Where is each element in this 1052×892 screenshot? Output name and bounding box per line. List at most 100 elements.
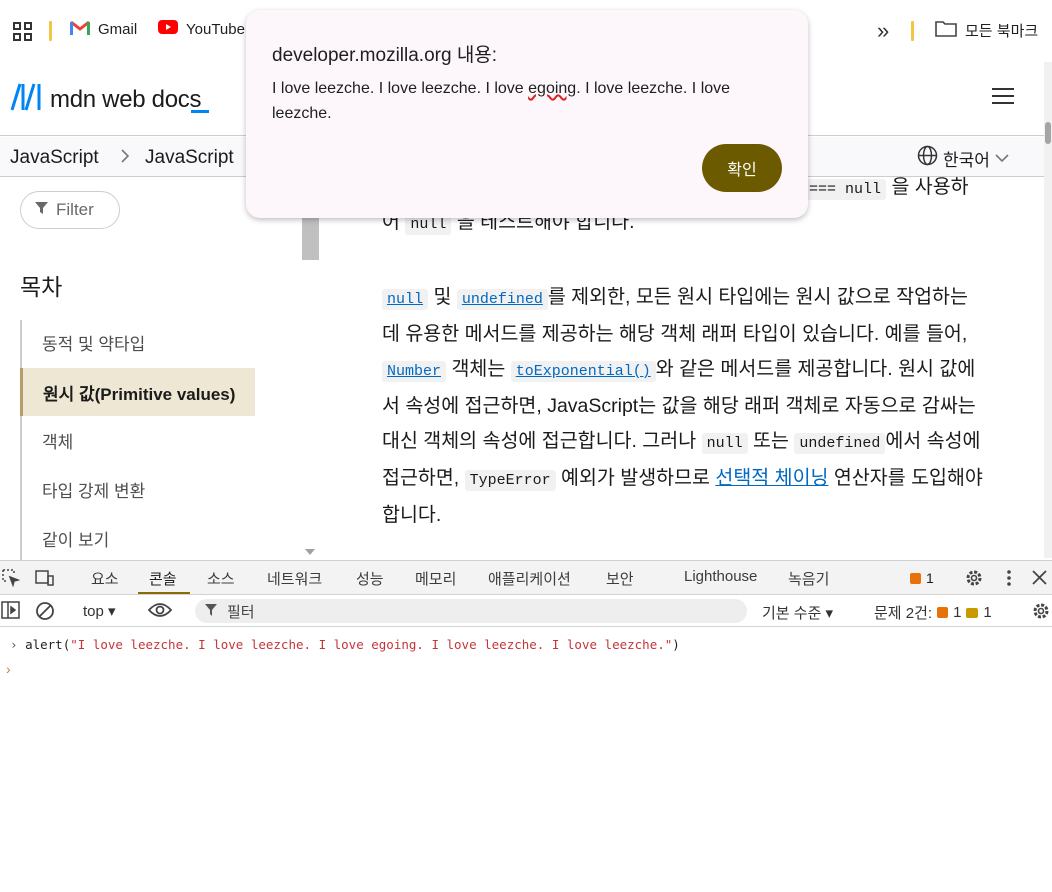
all-bookmarks-label: 모든 북마크 bbox=[965, 23, 1039, 40]
issue-count: 1 bbox=[926, 570, 934, 586]
chevron-down-icon bbox=[995, 148, 1009, 168]
toc-item-type-coercion[interactable]: 타입 강제 변환 bbox=[22, 465, 257, 513]
bookmark-label: YouTube bbox=[186, 20, 245, 38]
globe-icon bbox=[917, 145, 938, 171]
more-options-icon[interactable] bbox=[1006, 569, 1012, 592]
text: 을 사용하 bbox=[891, 176, 969, 198]
link-optional-chaining[interactable]: 선택적 체이닝 bbox=[715, 467, 828, 489]
alert-text: I love leezche. I love leezche. I love bbox=[272, 80, 529, 97]
misspelled-word: egoing bbox=[528, 80, 577, 97]
alert-ok-button[interactable]: 확인 bbox=[702, 144, 782, 192]
logo-underscore bbox=[191, 110, 209, 113]
inline-code: undefined bbox=[794, 433, 886, 454]
console-toolbar: top ▾ 필터 기본 수준 ▾ 문제 2건: 1 1 bbox=[0, 595, 1052, 627]
clear-console-icon[interactable] bbox=[35, 601, 55, 626]
tab-recorder[interactable]: 녹음기 bbox=[788, 568, 829, 589]
issues-label: 문제 2건: bbox=[874, 605, 933, 622]
issue-info-count: 1 bbox=[983, 604, 992, 621]
all-bookmarks-button[interactable]: 모든 북마크 bbox=[935, 20, 1038, 41]
issues-counter[interactable]: 1 bbox=[910, 570, 934, 586]
filter-funnel-icon bbox=[205, 603, 217, 620]
console-command: alert( bbox=[25, 637, 71, 652]
settings-gear-icon[interactable] bbox=[964, 568, 984, 593]
text: 또는 bbox=[753, 430, 789, 452]
bookmark-gmail[interactable]: Gmail bbox=[70, 20, 137, 39]
filter-placeholder: 필터 bbox=[227, 603, 255, 621]
devtools-tabbar: 요소 콘솔 소스 네트워크 성능 메모리 애플리케이션 보안 Lighthous… bbox=[0, 561, 1052, 595]
link-toexponential[interactable]: toExponential() bbox=[510, 361, 656, 382]
tab-application[interactable]: 애플리케이션 bbox=[488, 568, 571, 589]
paragraph: null 및 undefined 를 제외한, 모든 원시 타입에는 원시 값으로… bbox=[382, 280, 987, 533]
tab-performance[interactable]: 성능 bbox=[356, 568, 384, 589]
text: 및 bbox=[433, 286, 452, 308]
folder-icon bbox=[935, 20, 957, 41]
chevron-right-icon: › bbox=[10, 637, 18, 652]
console-command-close: ) bbox=[672, 637, 680, 652]
toc-item-dynamic-weak-typing[interactable]: 동적 및 약타입 bbox=[22, 318, 257, 366]
gmail-icon bbox=[70, 20, 90, 39]
active-tab-indicator bbox=[138, 592, 190, 594]
chevron-right-icon bbox=[120, 149, 130, 168]
issues-summary[interactable]: 문제 2건: 1 1 bbox=[874, 602, 992, 623]
console-settings-gear-icon[interactable] bbox=[1031, 601, 1051, 626]
filter-label: Filter bbox=[56, 200, 94, 219]
mdn-logo[interactable]: mdn web docs bbox=[10, 82, 201, 117]
link-null[interactable]: null bbox=[382, 289, 429, 310]
console-filter-input[interactable]: 필터 bbox=[195, 599, 747, 623]
alert-dialog: developer.mozilla.org 내용: I love leezche… bbox=[246, 10, 808, 218]
console-entry: › alert("I love leezche. I love leezche.… bbox=[10, 637, 680, 652]
tab-elements[interactable]: 요소 bbox=[91, 568, 119, 589]
text: 예외가 발생하므로 bbox=[561, 467, 710, 489]
toc-item-see-also[interactable]: 같이 보기 bbox=[22, 514, 257, 562]
device-toolbar-icon[interactable] bbox=[35, 569, 55, 592]
issue-error-icon bbox=[937, 607, 949, 618]
tab-security[interactable]: 보안 bbox=[606, 568, 634, 589]
console-string: "I love leezche. I love leezche. I love … bbox=[70, 637, 673, 652]
sidebar-filter-button[interactable]: Filter bbox=[20, 191, 120, 229]
bookmark-separator bbox=[911, 21, 914, 41]
log-level-dropdown[interactable]: 기본 수준 ▾ bbox=[762, 602, 833, 623]
inspect-element-icon[interactable] bbox=[2, 569, 21, 592]
inline-code: null bbox=[701, 433, 748, 454]
inline-code: === null bbox=[804, 179, 887, 200]
devtools-panel: 요소 콘솔 소스 네트워크 성능 메모리 애플리케이션 보안 Lighthous… bbox=[0, 560, 1052, 892]
link-number[interactable]: Number bbox=[382, 361, 447, 382]
filter-icon bbox=[35, 200, 48, 220]
breadcrumb-item[interactable]: JavaScript bbox=[145, 147, 234, 169]
text: 객체는 bbox=[451, 358, 506, 380]
issue-error-icon bbox=[910, 572, 921, 584]
tab-lighthouse[interactable]: Lighthouse bbox=[684, 568, 757, 585]
youtube-icon bbox=[158, 20, 178, 38]
alert-title: developer.mozilla.org 내용: bbox=[272, 45, 498, 66]
sidebar-toggle-icon[interactable] bbox=[1, 601, 21, 624]
issue-error-count: 1 bbox=[953, 604, 962, 621]
mdn-m-icon bbox=[10, 82, 42, 117]
inline-code: TypeError bbox=[464, 470, 556, 491]
toc-item-objects[interactable]: 객체 bbox=[22, 416, 257, 464]
tab-console[interactable]: 콘솔 bbox=[149, 568, 177, 589]
more-bookmarks-button[interactable]: » bbox=[877, 18, 889, 44]
toc-item-primitive-values[interactable]: 원시 값(Primitive values) bbox=[20, 368, 255, 416]
language-switcher[interactable]: 한국어 bbox=[917, 145, 1009, 171]
live-expression-eye-icon[interactable] bbox=[147, 602, 173, 623]
tab-network[interactable]: 네트워크 bbox=[267, 568, 322, 589]
apps-grid-icon[interactable] bbox=[13, 22, 33, 47]
breadcrumb-item[interactable]: JavaScript bbox=[10, 147, 99, 169]
issue-info-icon bbox=[966, 607, 979, 618]
mdn-logo-text: mdn web docs bbox=[50, 85, 202, 113]
context-selector[interactable]: top ▾ bbox=[83, 602, 116, 620]
toc-title: 목차 bbox=[20, 274, 63, 300]
console-prompt-icon[interactable]: › bbox=[6, 661, 11, 677]
tab-sources[interactable]: 소스 bbox=[207, 568, 235, 589]
sidebar-scrollbar-thumb[interactable] bbox=[302, 216, 319, 260]
bookmark-separator bbox=[49, 21, 52, 41]
bookmark-label: Gmail bbox=[98, 21, 138, 38]
page-scrollbar-thumb[interactable] bbox=[1045, 122, 1051, 144]
close-devtools-icon[interactable] bbox=[1032, 570, 1047, 590]
scroll-down-arrow-icon[interactable] bbox=[305, 543, 315, 561]
bookmark-youtube[interactable]: YouTube bbox=[158, 20, 245, 38]
tab-memory[interactable]: 메모리 bbox=[415, 568, 456, 589]
alert-message: I love leezche. I love leezche. I love e… bbox=[272, 76, 782, 126]
link-undefined[interactable]: undefined bbox=[456, 289, 548, 310]
hamburger-menu-icon[interactable] bbox=[992, 87, 1014, 110]
